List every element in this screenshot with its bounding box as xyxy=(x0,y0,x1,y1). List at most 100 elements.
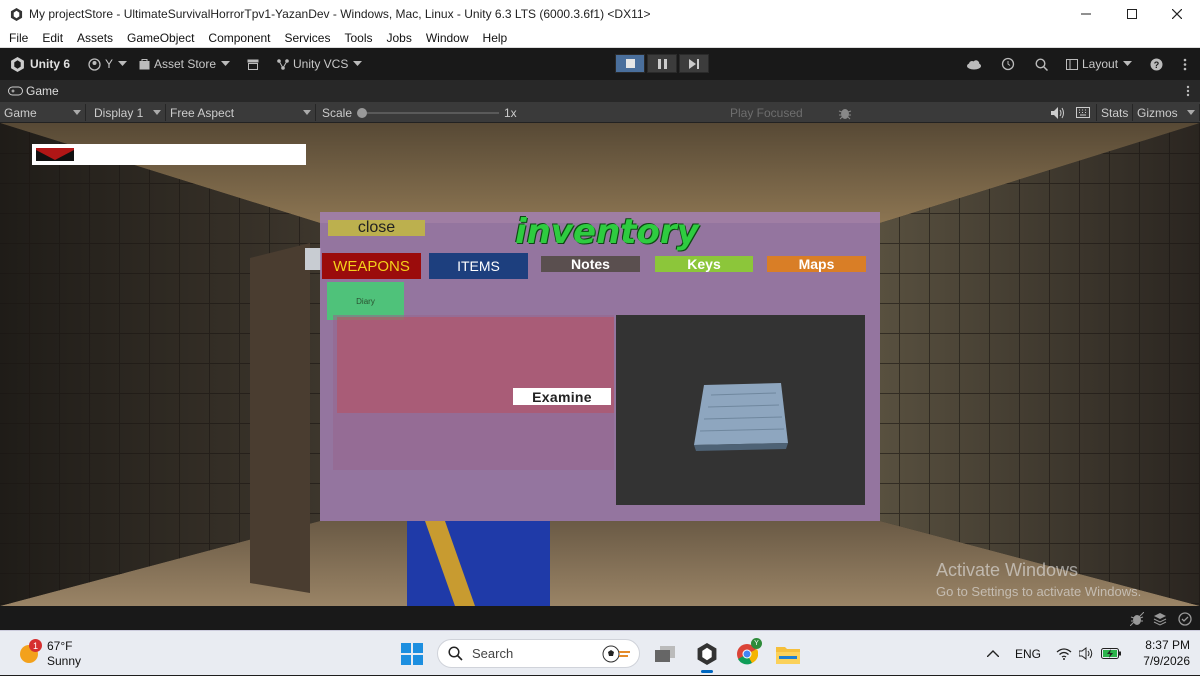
unity-logo-icon xyxy=(697,642,717,665)
svg-text:?: ? xyxy=(1154,60,1160,70)
game-view-toolbar: Game Display 1 Free Aspect Scale 1x Play… xyxy=(0,102,1200,123)
task-view-icon xyxy=(655,645,675,662)
battery-status[interactable] xyxy=(1100,631,1122,676)
taskbar-file-explorer[interactable] xyxy=(775,631,801,676)
check-circle-icon[interactable] xyxy=(1178,612,1192,626)
shortcuts-button[interactable] xyxy=(1076,104,1090,121)
layout-icon xyxy=(1066,58,1078,70)
gizmos-dropdown[interactable]: Gizmos xyxy=(1132,104,1200,121)
chevron-down-icon xyxy=(118,61,128,66)
gamepad-icon xyxy=(8,86,23,96)
close-inventory-button[interactable]: close xyxy=(328,219,425,236)
account-dropdown[interactable]: Y xyxy=(88,54,128,74)
cloud-button[interactable] xyxy=(966,54,982,74)
debug-button[interactable] xyxy=(838,104,852,121)
step-button[interactable] xyxy=(679,54,709,73)
speaker-icon xyxy=(1051,106,1064,119)
play-focused-dropdown[interactable]: Play Focused xyxy=(730,104,832,121)
unity-version-button[interactable]: Unity 6 xyxy=(10,54,70,74)
close-window-button[interactable] xyxy=(1154,0,1200,28)
wifi-status[interactable] xyxy=(1054,631,1074,676)
scale-slider-knob[interactable] xyxy=(357,108,367,118)
mute-audio-button[interactable] xyxy=(1051,104,1065,121)
task-view-button[interactable] xyxy=(652,631,678,676)
notes-tab[interactable]: Notes xyxy=(541,256,640,272)
menu-assets[interactable]: Assets xyxy=(70,31,120,45)
pause-button[interactable] xyxy=(647,54,677,73)
layers-icon[interactable] xyxy=(1153,612,1167,626)
menu-component[interactable]: Component xyxy=(201,31,277,45)
keys-tab[interactable]: Keys xyxy=(655,256,753,272)
weather-badge: 1 xyxy=(29,639,42,652)
inventory-panel: close inventory WEAPONS ITEMS Notes Keys… xyxy=(320,212,880,521)
menu-services[interactable]: Services xyxy=(277,31,337,45)
menu-jobs[interactable]: Jobs xyxy=(379,31,418,45)
window-title: My projectStore - UltimateSurvivalHorror… xyxy=(29,7,651,21)
cloud-icon xyxy=(967,59,981,69)
weather-widget[interactable]: 1 67°F Sunny xyxy=(18,639,88,669)
more-options-button[interactable] xyxy=(1183,54,1187,74)
game-viewport[interactable]: close inventory WEAPONS ITEMS Notes Keys… xyxy=(0,123,1200,606)
menu-help[interactable]: Help xyxy=(476,31,515,45)
menu-bar: File Edit Assets GameObject Component Se… xyxy=(0,28,1200,48)
scale-label: Scale xyxy=(322,105,353,120)
display-dropdown[interactable]: Display 1 xyxy=(90,104,166,121)
view-mode-dropdown[interactable]: Game xyxy=(0,104,86,121)
unity-app-icon xyxy=(9,7,23,21)
stop-button[interactable] xyxy=(615,54,645,73)
help-button[interactable]: ? xyxy=(1150,54,1163,74)
account-icon xyxy=(88,57,101,71)
weather-temp: 67°F xyxy=(47,639,73,653)
start-button[interactable] xyxy=(398,631,426,676)
chevron-down-icon xyxy=(353,61,363,66)
menu-file[interactable]: File xyxy=(0,31,35,45)
items-tab[interactable]: ITEMS xyxy=(429,253,528,279)
search-button[interactable] xyxy=(1035,54,1048,74)
language-indicator[interactable]: ENG xyxy=(1013,631,1043,676)
taskbar-unity-app[interactable] xyxy=(694,631,720,676)
show-hidden-icons-button[interactable] xyxy=(984,631,1002,676)
examine-button[interactable]: Examine xyxy=(513,388,611,405)
minimize-button[interactable] xyxy=(1063,0,1109,28)
package-button[interactable] xyxy=(247,54,259,74)
clock[interactable]: 8:37 PM 7/9/2026 xyxy=(1130,637,1190,669)
search-label: Search xyxy=(472,646,514,661)
layout-dropdown[interactable]: Layout xyxy=(1066,54,1133,74)
chrome-profile-badge: Y xyxy=(751,638,762,649)
menu-gameobject[interactable]: GameObject xyxy=(120,31,201,45)
active-app-indicator xyxy=(701,670,713,673)
chevron-up-icon xyxy=(987,650,999,657)
close-icon xyxy=(1172,9,1182,19)
volume-status[interactable] xyxy=(1077,631,1097,676)
scale-slider[interactable] xyxy=(357,104,499,121)
main-toolbar: Unity 6 Y Asset Store Unity VCS Layout ? xyxy=(0,48,1200,80)
shopping-bag-icon xyxy=(139,59,150,70)
maps-tab[interactable]: Maps xyxy=(767,256,866,272)
history-button[interactable] xyxy=(1001,54,1015,74)
weapons-tab[interactable]: WEAPONS xyxy=(322,253,421,279)
taskbar-search[interactable]: Search xyxy=(437,639,640,668)
maximize-icon xyxy=(1127,9,1137,19)
maximize-button[interactable] xyxy=(1109,0,1155,28)
layout-label: Layout xyxy=(1082,57,1119,71)
activation-watermark-subtitle: Go to Settings to activate Windows. xyxy=(936,584,1142,599)
kebab-menu-icon xyxy=(1183,58,1187,70)
taskbar-chrome-app[interactable]: Y xyxy=(734,631,762,676)
menu-tools[interactable]: Tools xyxy=(337,31,379,45)
aspect-dropdown[interactable]: Free Aspect xyxy=(166,104,316,121)
menu-edit[interactable]: Edit xyxy=(35,31,70,45)
menu-window[interactable]: Window xyxy=(419,31,476,45)
bug-icon[interactable] xyxy=(1130,612,1144,626)
asset-store-dropdown[interactable]: Asset Store xyxy=(139,54,231,74)
tab-game[interactable]: Game xyxy=(8,84,59,98)
vcs-dropdown[interactable]: Unity VCS xyxy=(276,54,363,74)
scale-slider-track xyxy=(361,112,499,114)
account-label: Y xyxy=(105,57,114,71)
tab-options-button[interactable] xyxy=(1186,85,1190,100)
pause-icon xyxy=(657,58,667,69)
package-icon xyxy=(247,59,259,70)
vcs-label: Unity VCS xyxy=(293,57,349,71)
keyboard-icon xyxy=(1076,107,1090,118)
chevron-down-icon xyxy=(303,110,311,115)
stats-button[interactable]: Stats xyxy=(1096,104,1128,121)
